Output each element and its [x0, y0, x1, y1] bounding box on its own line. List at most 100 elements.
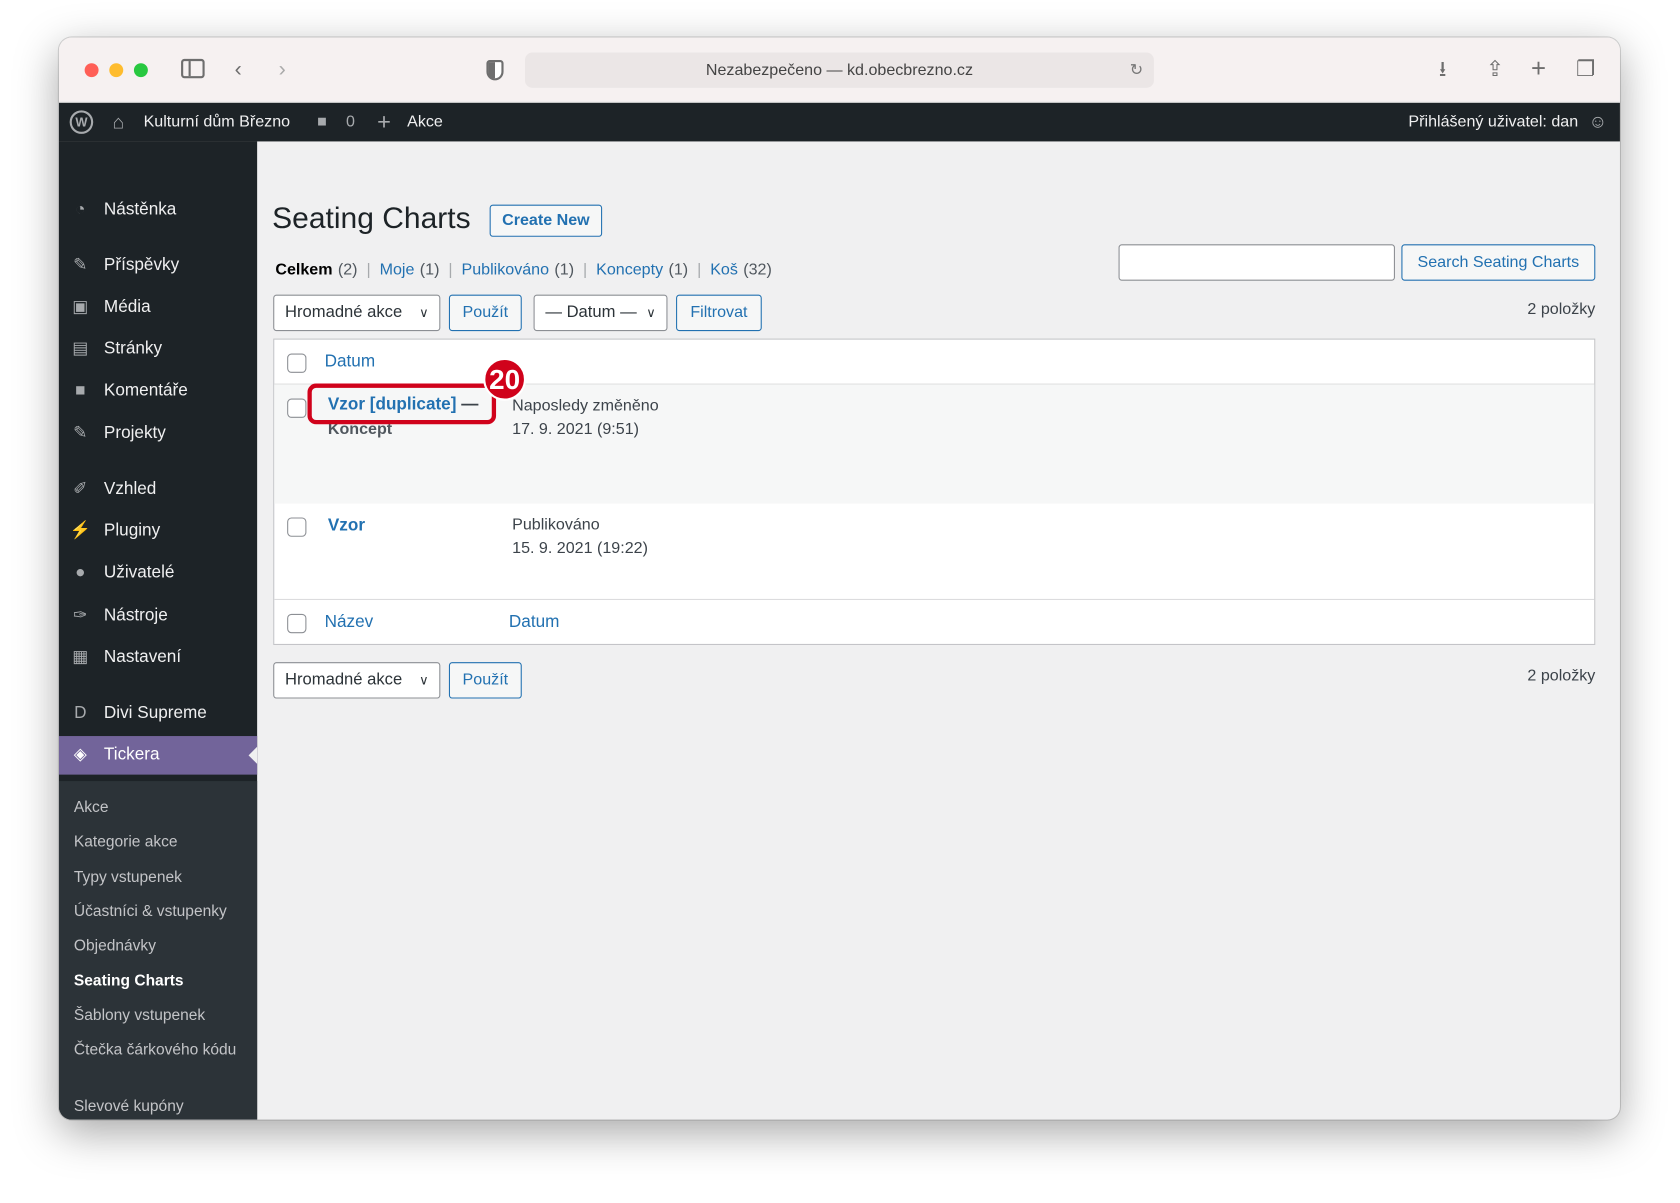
browser-window: ‹ › Nezabezpečeno — kd.obecbrezno.cz ↻ ⭳ … [58, 37, 1620, 1120]
shield-icon[interactable] [486, 59, 504, 81]
back-icon[interactable]: ‹ [235, 57, 242, 83]
bulk-actions-select[interactable]: Hromadné akce ∨ [273, 294, 441, 332]
media-icon: ▣ [72, 297, 89, 317]
ticket-icon: ◈ [73, 745, 87, 764]
filter-count: (1) [554, 260, 575, 279]
submenu-item[interactable]: Slevové kupóny [74, 1096, 251, 1117]
reload-icon[interactable]: ↻ [1130, 52, 1143, 87]
separator: | [357, 260, 380, 279]
plugin-icon: ⚡ [69, 521, 92, 540]
sidebar-toggle-icon[interactable] [181, 58, 205, 79]
active-indicator [240, 746, 258, 764]
submenu-item[interactable]: Čtečka čárkového kódu [74, 1039, 251, 1060]
row-checkbox[interactable] [287, 517, 307, 537]
home-icon: ⌂ [112, 111, 125, 133]
submenu-item[interactable]: Účastníci & vstupenky [74, 901, 251, 922]
new-event-link[interactable]: Akce [407, 103, 443, 142]
chevron-down-icon: ∨ [646, 305, 656, 321]
brush-icon: ✐ [73, 479, 88, 499]
select-all-checkbox-footer[interactable] [287, 613, 307, 634]
separator: | [574, 260, 597, 279]
sidebar-item-stránky[interactable]: ▤ Stránky [59, 330, 257, 369]
minimize-window-button[interactable] [109, 63, 124, 78]
tickera-submenu: Akce Kategorie akce Typy vstupenek Účastníc… [58, 781, 258, 1120]
select-all-checkbox[interactable] [287, 353, 307, 373]
items-count: 2 položky [1527, 299, 1596, 319]
zoom-window-button[interactable] [133, 63, 148, 78]
submenu-item[interactable]: Šablony vstupenek [74, 1005, 251, 1026]
download-icon[interactable]: ⭳ [1439, 57, 1446, 83]
dashboard-icon: ◔ [75, 200, 86, 219]
new-tab-icon[interactable]: + [1531, 56, 1546, 83]
chevron-down-icon: ∨ [419, 672, 429, 688]
tabs-overview-icon[interactable]: ❐ [1576, 57, 1595, 83]
sidebar-item-divi-supreme[interactable]: D Divi Supreme [59, 694, 257, 733]
sidebar-item-projekty[interactable]: ✎ Projekty [59, 415, 257, 454]
filter-count: (1) [668, 260, 689, 279]
sidebar-item-média[interactable]: ▣ Média [59, 288, 257, 327]
plus-icon: + [377, 108, 391, 135]
separator: | [688, 260, 711, 279]
annotation-highlight [307, 383, 497, 425]
settings-icon: ▦ [72, 648, 89, 667]
date-value: 15. 9. 2021 (19:22) [512, 538, 648, 558]
admin-sidebar: ◔ Nástěnka ✎ Příspěvky ▣ Média ▤ Stránky ■ Koment… [58, 141, 258, 1120]
sidebar-item-příspěvky[interactable]: ✎ Příspěvky [59, 246, 257, 285]
column-footer-date[interactable]: Datum [509, 613, 559, 632]
site-name-link[interactable]: Kulturní dům Březno [144, 103, 291, 142]
filter-button[interactable]: Filtrovat [676, 294, 762, 332]
comment-icon[interactable]: ■ [317, 103, 327, 142]
date-filter-select[interactable]: — Datum — ∨ [533, 294, 668, 332]
apply-button-bottom[interactable]: Použít [448, 662, 522, 699]
date-label: Publikováno [512, 515, 600, 534]
date-value: 17. 9. 2021 (9:51) [512, 419, 640, 439]
wordpress-logo-icon[interactable]: W [69, 110, 94, 134]
bulk-actions-select-bottom[interactable]: Hromadné akce ∨ [273, 662, 441, 699]
row-checkbox[interactable] [287, 398, 307, 418]
pin-icon: ✎ [73, 424, 88, 443]
submenu-item[interactable]: Typy vstupenek [74, 867, 251, 888]
sidebar-item-vzhled[interactable]: ✐ Vzhled [59, 470, 257, 509]
column-footer-title[interactable]: Název [325, 613, 374, 632]
chevron-down-icon: ∨ [419, 305, 429, 321]
sidebar-item-nástroje[interactable]: ✑ Nástroje [59, 597, 257, 636]
pin-icon: ✎ [73, 256, 88, 275]
avatar[interactable]: ☺ [1589, 103, 1608, 142]
create-new-button[interactable]: Create New [489, 204, 603, 237]
sidebar-item-tickera[interactable]: ◈ Tickera [58, 736, 258, 775]
admin-bar: W ⌂ Kulturní dům Březno ■ 0 + Akce Přihl… [58, 102, 1620, 142]
submenu-item[interactable]: Kategorie akce [74, 831, 251, 852]
filter-3[interactable]: Koncepty [596, 260, 663, 278]
filter-count: (2) [337, 260, 358, 279]
submenu-item[interactable]: Akce [74, 797, 251, 818]
sidebar-item-nástěnka[interactable]: ◔ Nástěnka [59, 191, 257, 230]
sidebar-item-komentáře[interactable]: ■ Komentáře [59, 372, 257, 411]
filter-2[interactable]: Publikováno [461, 260, 549, 278]
user-account-link[interactable]: Přihlášený uživatel: dan [1408, 103, 1578, 142]
filter-1[interactable]: Moje [380, 260, 415, 278]
forward-icon[interactable]: › [279, 57, 286, 83]
filter-0[interactable]: Celkem [275, 260, 332, 278]
filter-count: (32) [743, 260, 772, 279]
submenu-item[interactable]: Objednávky [74, 935, 251, 956]
annotation-badge: 20 [483, 357, 527, 401]
sidebar-item-nastavení[interactable]: ▦ Nastavení [59, 639, 257, 678]
search-input[interactable] [1118, 244, 1395, 281]
main-content: Seating Charts Create New Celkem (2) | Mo… [257, 141, 1620, 1119]
share-icon[interactable]: ⇪ [1486, 57, 1504, 83]
items-count-bottom: 2 položky [1527, 666, 1596, 685]
divi-icon: D [74, 703, 87, 723]
column-header-date[interactable]: Datum [325, 352, 375, 371]
sidebar-item-uživatelé[interactable]: ● Uživatelé [59, 554, 257, 593]
filter-4[interactable]: Koš [710, 260, 738, 278]
row-title-link[interactable]: Vzor [328, 516, 365, 535]
sidebar-item-pluginy[interactable]: ⚡ Pluginy [59, 512, 257, 551]
comments-count[interactable]: 0 [346, 103, 355, 142]
search-button[interactable]: Search Seating Charts [1401, 244, 1596, 281]
apply-button[interactable]: Použít [448, 294, 522, 332]
address-bar[interactable]: Nezabezpečeno — kd.obecbrezno.cz ↻ [524, 52, 1154, 88]
table-footer: Název Datum [274, 600, 1594, 645]
submenu-item[interactable]: Seating Charts [74, 971, 251, 992]
close-window-button[interactable] [84, 63, 99, 78]
page-icon: ▤ [72, 339, 89, 358]
